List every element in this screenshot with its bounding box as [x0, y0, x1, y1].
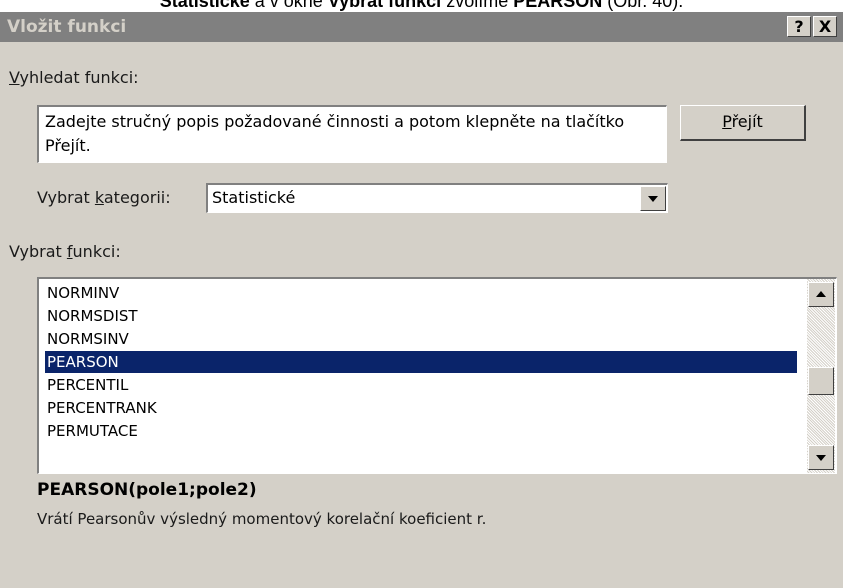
arrow-up-icon [816, 291, 826, 297]
list-scrollbar[interactable] [807, 279, 835, 473]
go-button[interactable]: Přejít [680, 105, 806, 141]
doc-text-2: a v okně [249, 0, 328, 11]
dialog-titlebar[interactable]: Vložit funkci ? X [0, 12, 843, 42]
list-item-pearson-selected[interactable]: PEARSON [45, 351, 797, 373]
list-item-percentrank[interactable]: PERCENTRANK [45, 397, 797, 419]
scroll-up-button[interactable] [808, 282, 834, 307]
list-item-normsdist[interactable]: NORMSDIST [45, 305, 797, 327]
search-label: Vyhledat funkci: [9, 68, 139, 88]
function-description: Vrátí Pearsonův výsledný momentový korel… [37, 510, 487, 528]
function-label: Vybrat funkci: [9, 242, 121, 262]
list-item-norminv[interactable]: NORMINV [45, 282, 797, 304]
document-text-line: Statistické a v okně Vybrat funkci zvolí… [0, 0, 843, 12]
chevron-down-icon [648, 196, 658, 202]
arrow-down-icon [816, 455, 826, 461]
doc-text-bold-5: PEARSON [513, 0, 603, 11]
function-label-pre: Vybrat [9, 242, 67, 261]
dialog-title: Vložit funkci [7, 17, 127, 37]
close-button[interactable]: X [813, 16, 837, 37]
search-label-accel: V [9, 68, 20, 87]
scroll-thumb[interactable] [808, 367, 834, 395]
doc-text-bold-1: Statistické [159, 0, 250, 11]
list-item-permutace[interactable]: PERMUTACE [45, 420, 797, 442]
category-label-post: ategorii: [103, 188, 171, 207]
list-item-normsinv[interactable]: NORMSINV [45, 328, 797, 350]
category-dropdown-button[interactable] [640, 186, 666, 211]
category-label-pre: Vybrat [37, 188, 95, 207]
page: Statistické a v okně Vybrat funkci zvolí… [0, 0, 843, 588]
doc-text-bold-3: Vybrat funkci [327, 0, 442, 11]
help-button[interactable]: ? [787, 16, 811, 37]
go-button-label: řejít [731, 112, 763, 131]
doc-text-4: zvolíme [441, 0, 514, 11]
category-select[interactable]: Statistické [206, 183, 668, 213]
category-label: Vybrat kategorii: [37, 188, 171, 208]
category-select-value: Statistické [212, 188, 296, 207]
function-syntax: PEARSON(pole1;pole2) [37, 480, 257, 500]
doc-text-6: (Obr. 40). [602, 0, 684, 11]
function-listbox[interactable]: NORMINV NORMSDIST NORMSINV PEARSON PERCE… [37, 277, 837, 474]
scroll-down-button[interactable] [808, 445, 834, 470]
category-label-accel: k [94, 188, 104, 207]
insert-function-dialog: Vložit funkci ? X Vyhledat funkci: Zadej… [0, 12, 843, 588]
search-label-text: yhledat funkci: [19, 68, 139, 87]
list-item-percentil[interactable]: PERCENTIL [45, 374, 797, 396]
go-button-accel: P [722, 112, 732, 131]
search-input[interactable]: Zadejte stručný popis požadované činnost… [37, 105, 667, 163]
function-label-post: unkci: [72, 242, 121, 261]
